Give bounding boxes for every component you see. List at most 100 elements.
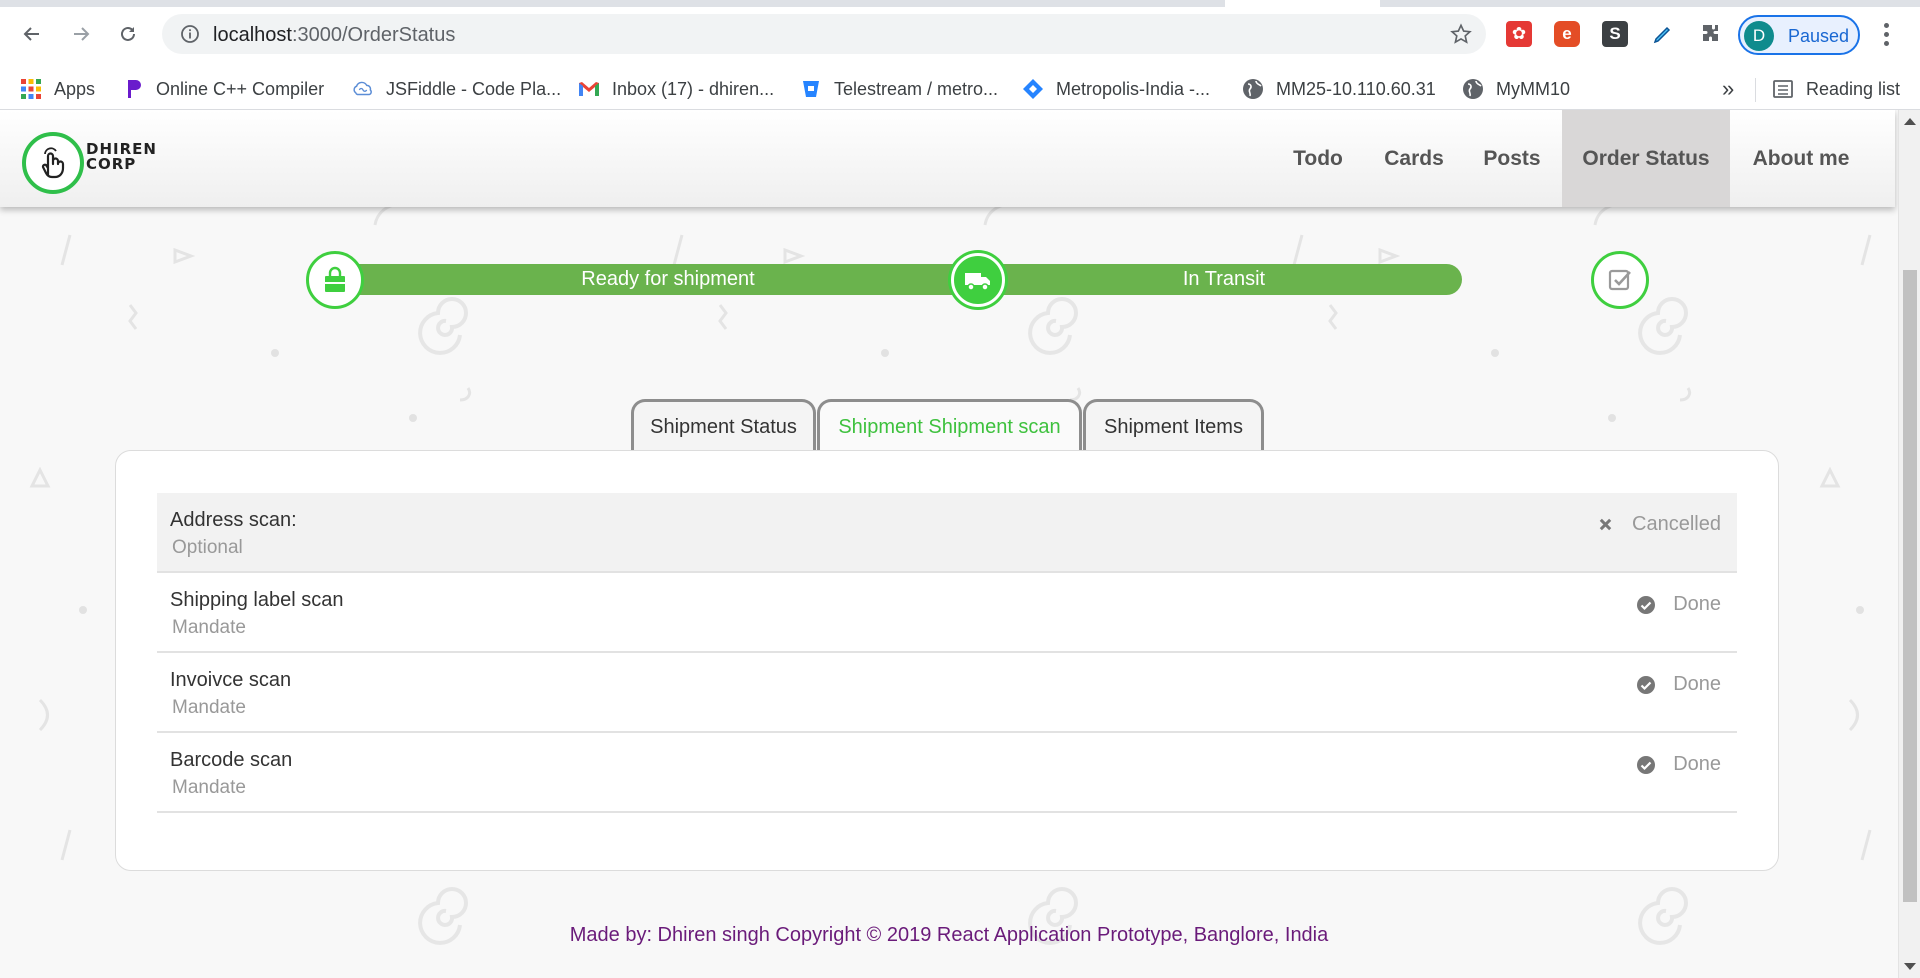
check-circle-icon bbox=[1636, 675, 1656, 695]
nav-cards[interactable]: Cards bbox=[1366, 110, 1462, 207]
progress-track-ready: Ready for shipment bbox=[356, 264, 980, 295]
extension-pen-icon[interactable] bbox=[1650, 21, 1676, 47]
more-bookmarks-button[interactable]: » bbox=[1722, 76, 1734, 102]
bookmark-gmail[interactable]: Inbox (17) - dhiren... bbox=[578, 68, 774, 110]
scan-name: Shipping label scan bbox=[170, 589, 344, 611]
step-label-transit: In Transit bbox=[1182, 268, 1266, 290]
footer-copyright: Made by: Dhiren singh Copyright © 2019 R… bbox=[569, 924, 1329, 946]
bookmark-telestream[interactable]: Telestream / metro... bbox=[800, 68, 998, 110]
tab-strip bbox=[0, 0, 1920, 7]
scan-status-text: Done bbox=[1673, 673, 1721, 695]
scan-status: Done bbox=[1636, 753, 1721, 776]
browser-toolbar: localhost:3000/OrderStatus ✿ e S D Pause… bbox=[0, 0, 1920, 68]
bookmark-label: JSFiddle - Code Pla... bbox=[386, 78, 562, 99]
bookmark-label: Metropolis-India -... bbox=[1056, 78, 1211, 99]
url-path: :3000/OrderStatus bbox=[291, 24, 456, 46]
check-circle-icon bbox=[1636, 755, 1656, 775]
tab-shipment-status[interactable]: Shipment Status bbox=[631, 399, 816, 452]
step-in-transit bbox=[951, 253, 1005, 307]
reading-list-label: Reading list bbox=[1806, 78, 1901, 99]
back-button[interactable] bbox=[16, 18, 48, 50]
bookmark-apps[interactable]: Apps bbox=[20, 68, 95, 110]
avatar: D bbox=[1744, 21, 1774, 51]
app-navbar: DHIREN CORP Todo Cards Posts Order Status… bbox=[0, 110, 1895, 207]
nav-todo[interactable]: Todo bbox=[1270, 110, 1366, 207]
page-viewport: DHIREN CORP Todo Cards Posts Order Status… bbox=[0, 110, 1898, 978]
tab-shipment-scan[interactable]: Shipment Shipment scan bbox=[817, 399, 1082, 452]
extensions-puzzle-icon[interactable] bbox=[1698, 21, 1724, 47]
logo-text: DHIREN CORP bbox=[86, 142, 157, 172]
reload-icon bbox=[121, 26, 135, 41]
apps-grid-icon bbox=[20, 78, 42, 100]
scan-status-text: Done bbox=[1673, 593, 1721, 615]
scan-row[interactable]: Invoivce scan Mandate Done bbox=[157, 653, 1737, 733]
logo[interactable] bbox=[22, 132, 84, 194]
logo-line2: CORP bbox=[86, 155, 137, 173]
scan-name: Barcode scan bbox=[170, 749, 293, 771]
bookmark-mymm10[interactable]: MyMM10 bbox=[1462, 68, 1570, 110]
nav-about-me[interactable]: About me bbox=[1730, 110, 1872, 207]
gmail-icon bbox=[578, 78, 600, 100]
bookmarks-divider bbox=[1755, 78, 1756, 102]
bookmarks-bar: Apps Online C++ Compiler JSFiddle - Code… bbox=[0, 68, 1920, 110]
address-bar[interactable]: localhost:3000/OrderStatus bbox=[162, 14, 1486, 54]
tab-active[interactable] bbox=[1225, 0, 1380, 7]
step-ready-for-shipment bbox=[306, 251, 364, 309]
step-label-ready: Ready for shipment bbox=[581, 268, 755, 290]
nav-posts[interactable]: Posts bbox=[1462, 110, 1562, 207]
bookmark-jsfiddle[interactable]: JSFiddle - Code Pla... bbox=[352, 68, 561, 110]
bookmark-mm25[interactable]: MM25-10.110.60.31 bbox=[1242, 68, 1436, 110]
bookmark-label: Online C++ Compiler bbox=[156, 78, 325, 99]
info-icon[interactable] bbox=[180, 24, 200, 44]
jira-icon bbox=[1022, 78, 1044, 100]
scan-requirement: Optional bbox=[172, 537, 243, 558]
scan-status-text: Cancelled bbox=[1632, 513, 1721, 535]
scrollbar-thumb[interactable] bbox=[1903, 270, 1917, 902]
extension-e-icon[interactable]: e bbox=[1554, 21, 1580, 47]
scan-requirement: Mandate bbox=[172, 617, 246, 638]
check-circle-icon bbox=[1636, 595, 1656, 615]
scan-status-text: Done bbox=[1673, 753, 1721, 775]
reload-button[interactable] bbox=[112, 18, 144, 50]
browser-menu-icon[interactable] bbox=[1874, 20, 1898, 48]
bookmark-label: Telestream / metro... bbox=[834, 78, 999, 99]
scroll-up-icon[interactable] bbox=[1904, 118, 1916, 125]
bookmark-star-icon[interactable] bbox=[1450, 23, 1472, 45]
scan-row[interactable]: Shipping label scan Mandate Done bbox=[157, 573, 1737, 653]
bookmark-label: Inbox (17) - dhiren... bbox=[612, 78, 775, 99]
bitbucket-icon bbox=[800, 78, 822, 100]
truck-icon bbox=[965, 273, 990, 291]
x-icon bbox=[1595, 515, 1615, 535]
bookmark-label: Apps bbox=[54, 78, 96, 99]
scan-status: Done bbox=[1636, 673, 1721, 696]
url-text[interactable]: localhost:3000/OrderStatus bbox=[213, 24, 455, 47]
step-delivered bbox=[1591, 251, 1649, 309]
scan-requirement: Mandate bbox=[172, 777, 246, 798]
arrow-right-icon bbox=[74, 27, 90, 41]
nav-order-status[interactable]: Order Status bbox=[1562, 110, 1730, 207]
forward-button[interactable] bbox=[65, 18, 97, 50]
extension-s-icon[interactable]: S bbox=[1602, 21, 1628, 47]
url-host: localhost bbox=[213, 24, 292, 46]
extension-paw-icon[interactable]: ✿ bbox=[1506, 21, 1532, 47]
scan-status: Cancelled bbox=[1595, 513, 1721, 536]
bookmark-metropolis[interactable]: Metropolis-India -... bbox=[1022, 68, 1210, 110]
jsfiddle-icon bbox=[352, 78, 374, 100]
profile-button[interactable]: D Paused bbox=[1738, 15, 1860, 55]
compiler-icon bbox=[122, 78, 144, 100]
scan-requirement: Mandate bbox=[172, 697, 246, 718]
bookmark-online-cpp[interactable]: Online C++ Compiler bbox=[122, 68, 324, 110]
reading-list-button[interactable]: Reading list bbox=[1772, 68, 1900, 110]
hand-pointer-icon bbox=[41, 147, 65, 179]
profile-status: Paused bbox=[1788, 26, 1850, 46]
page-scrollbar[interactable] bbox=[1898, 110, 1920, 978]
reading-list-icon bbox=[1772, 78, 1794, 100]
tab-shipment-items[interactable]: Shipment Items bbox=[1083, 399, 1264, 452]
scan-row[interactable]: Barcode scan Mandate Done bbox=[157, 733, 1737, 813]
scroll-down-icon[interactable] bbox=[1904, 963, 1916, 970]
globe-icon bbox=[1242, 78, 1264, 100]
scan-row[interactable]: Address scan: Optional Cancelled bbox=[157, 493, 1737, 573]
bookmark-label: MyMM10 bbox=[1496, 78, 1571, 99]
arrow-left-icon bbox=[23, 27, 39, 41]
scan-status: Done bbox=[1636, 593, 1721, 616]
